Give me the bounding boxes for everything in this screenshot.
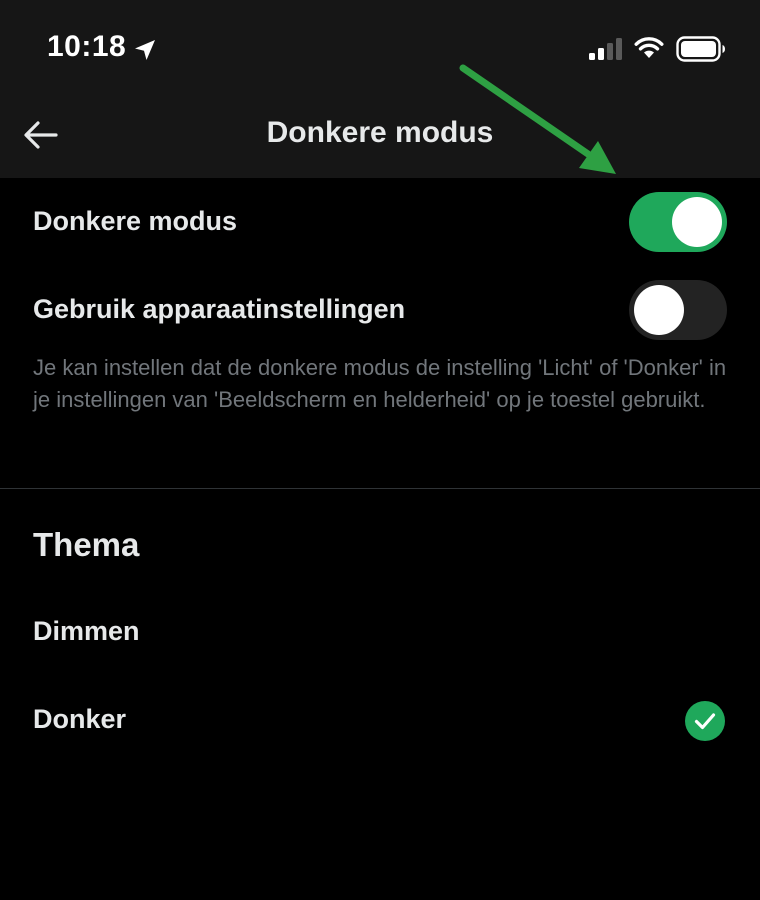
cellular-signal-icon [589, 38, 622, 60]
wifi-icon [634, 37, 664, 58]
toggle-knob [634, 285, 684, 335]
section-divider [0, 488, 760, 489]
device-settings-description: Je kan instellen dat de donkere modus de… [33, 355, 727, 412]
dark-mode-label: Donkere modus [33, 206, 238, 236]
status-time: 10:18 [47, 30, 127, 63]
checkmark-circle-icon [685, 701, 725, 741]
page-title: Donkere modus [266, 116, 494, 149]
use-device-settings-label: Gebruik apparaatinstellingen [33, 294, 406, 324]
use-device-settings-toggle[interactable] [629, 280, 727, 340]
dark-mode-toggle[interactable] [629, 192, 727, 252]
top-bar: 10:18 Donkere modus [0, 0, 760, 178]
location-arrow-icon [135, 40, 155, 60]
toggle-knob [672, 197, 722, 247]
theme-option-dimmen[interactable]: Dimmen [0, 598, 760, 668]
theme-option-donker[interactable]: Donker [0, 686, 760, 756]
theme-heading: Thema [33, 526, 140, 563]
battery-icon [676, 36, 725, 62]
theme-option-label: Donker [33, 704, 127, 734]
theme-option-label: Dimmen [33, 616, 140, 646]
